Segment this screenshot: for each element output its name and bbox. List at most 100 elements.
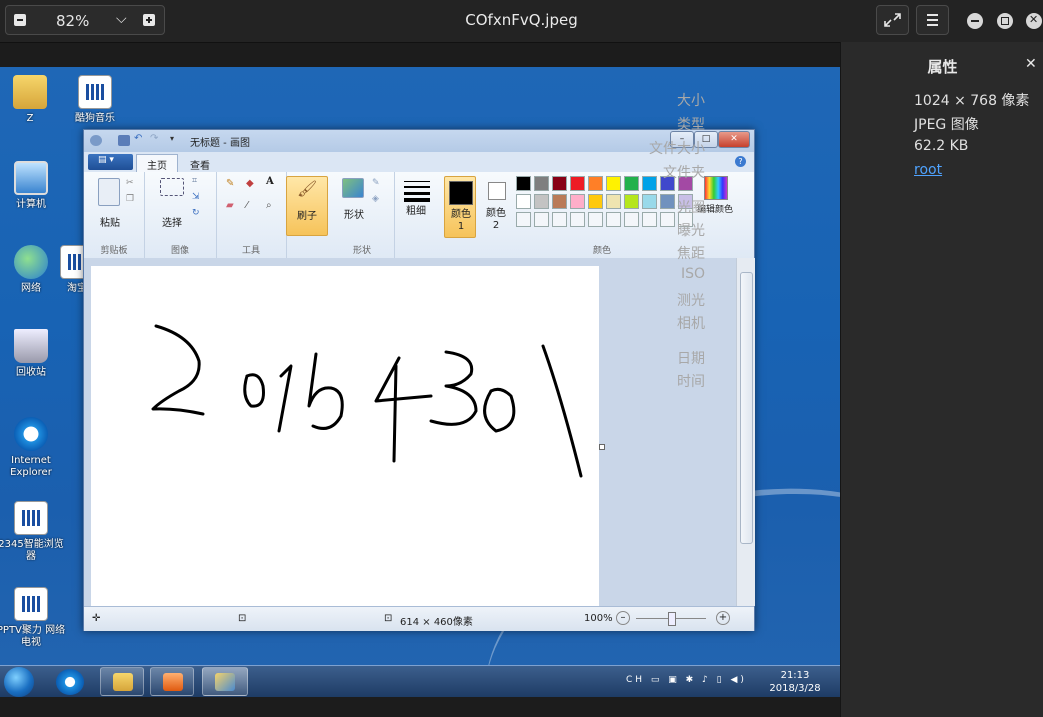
folder-icon [13,75,47,109]
color-swatch[interactable] [534,176,549,191]
magnifier-icon[interactable]: ⌕ [266,200,272,211]
chevron-down-icon[interactable]: ⌵ [116,11,127,27]
group-clipboard: 粘贴 ✂ ❐ 剪贴板 [84,172,145,258]
brush-button[interactable]: 🖌 刷子 [286,176,328,236]
zoom-in-icon[interactable]: + [716,611,730,625]
property-key: 日期 [677,351,705,367]
resize-handle[interactable] [599,444,605,450]
color-swatch[interactable] [552,194,567,209]
color-swatch[interactable] [642,176,657,191]
color-swatch[interactable] [606,194,621,209]
paste-icon[interactable] [98,178,120,206]
custom-color-slot[interactable] [552,212,567,227]
paint-app-icon [90,135,102,146]
size-button[interactable]: 粗细 [394,172,438,258]
color-swatch[interactable] [588,194,603,209]
custom-color-slot[interactable] [660,212,675,227]
zoom-in-button[interactable] [143,14,155,26]
shapes-button[interactable]: 形状 [338,206,370,221]
color-swatch[interactable] [624,194,639,209]
custom-color-slot[interactable] [642,212,657,227]
zoom-out-icon[interactable]: – [616,611,630,625]
crop-icon[interactable]: ⌗ [192,176,197,186]
ime-indicator[interactable]: CH [626,675,645,685]
clock[interactable]: 21:13 2018/3/28 [760,669,830,695]
taskbar-explorer[interactable] [100,667,144,696]
copy-icon[interactable]: ❐ [126,194,134,204]
custom-color-slot[interactable] [534,212,549,227]
color-swatch[interactable] [660,194,675,209]
tab-home[interactable]: 主页 [136,154,178,174]
paint-window: ↶ ↷ ▾ 无标题 - 画图 – □ ✕ 主页 查看 ? 粘贴 ✂ ❐ 剪贴板 [83,129,755,631]
scrollbar-thumb[interactable] [740,272,753,544]
color-swatch[interactable] [606,176,621,191]
rotate-icon[interactable]: ↻ [192,208,200,218]
custom-color-slot[interactable] [606,212,621,227]
select-button[interactable]: 选择 [154,214,190,229]
select-icon[interactable] [160,178,184,196]
color-swatch[interactable] [552,176,567,191]
drawing-canvas[interactable] [91,266,599,606]
close-button[interactable] [1026,13,1042,29]
text-icon[interactable]: A [266,176,274,187]
color-swatch[interactable] [570,176,585,191]
computer-icon [14,161,48,195]
taskbar-media[interactable] [150,667,194,696]
undo-icon[interactable]: ↶ [134,133,146,144]
ie-icon[interactable] [56,669,84,695]
property-key: 文件大小 [649,141,705,157]
fill-icon[interactable]: ◆ [246,178,254,189]
property-key: 文件夹 [663,165,705,181]
property-key: ISO [680,266,705,282]
property-value: 1024 × 768 像素 [914,93,1030,109]
minimize-button[interactable] [967,13,983,29]
shapes-icon[interactable] [342,178,364,198]
color-swatch[interactable] [534,194,549,209]
vertical-scrollbar[interactable] [736,258,755,606]
save-icon[interactable] [118,135,130,146]
color-swatch[interactable] [570,194,585,209]
paste-button[interactable]: 粘贴 [92,214,128,229]
custom-color-slot[interactable] [588,212,603,227]
fill-style-icon[interactable]: ◈ [372,194,379,204]
zoom-slider-thumb[interactable] [668,612,676,626]
picker-icon[interactable]: ⁄ [246,200,248,211]
property-key: 时间 [677,374,705,390]
start-button[interactable] [4,667,34,697]
custom-color-slot[interactable] [624,212,639,227]
fullscreen-button[interactable] [876,5,909,35]
help-icon[interactable]: ? [735,156,746,167]
folder-icon [113,673,133,691]
color-swatch[interactable] [624,176,639,191]
taskbar-paint[interactable] [202,667,248,696]
color-swatch[interactable] [516,194,531,209]
paint-close-button[interactable]: ✕ [718,131,750,148]
folder-link[interactable]: root [914,162,942,178]
maximize-button[interactable] [997,13,1013,29]
color2-button[interactable]: 颜色 2 [480,172,510,258]
color-swatch[interactable] [642,194,657,209]
color-swatch[interactable] [588,176,603,191]
eraser-icon[interactable]: ▰ [226,200,234,211]
close-icon[interactable]: ✕ [1025,56,1037,72]
clock-time: 21:13 [780,670,810,681]
color-swatch[interactable] [516,176,531,191]
custom-color-slot[interactable] [570,212,585,227]
color1-button[interactable]: 颜色 1 [444,176,476,238]
system-tray[interactable]: CH ▭ ▣ ✱ ♪ ▯ ◀) [626,675,747,685]
pencil-icon[interactable]: ✎ [226,178,234,189]
menu-button[interactable] [916,5,949,35]
redo-icon[interactable]: ↷ [150,133,162,144]
media-player-icon [163,673,183,691]
cut-icon[interactable]: ✂ [126,178,134,188]
quick-access-dropdown[interactable]: ▾ [170,134,182,145]
paint-menu-button[interactable] [88,154,133,170]
resize-icon[interactable]: ⇲ [192,192,200,202]
custom-color-slot[interactable] [516,212,531,227]
zoom-level[interactable]: 82% [56,12,89,30]
outline-icon[interactable]: ✎ [372,178,380,188]
viewer-toolbar: 82% ⌵ COfxnFvQ.jpeg [0,0,1043,43]
zoom-out-button[interactable] [14,14,26,26]
group-label: 工具 [241,246,260,256]
image-canvas[interactable]: Z 酷狗音乐 计算机 网络 淘宝 回收站 Internet Explorer 2… [0,67,840,697]
